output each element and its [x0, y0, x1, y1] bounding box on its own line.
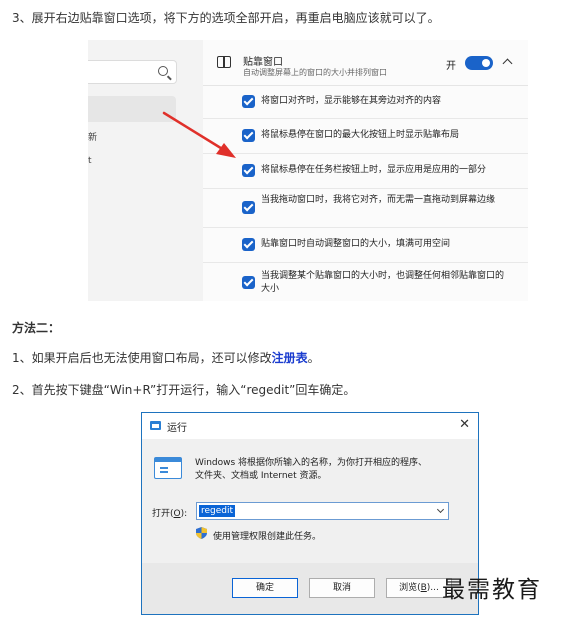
- uac-shield-icon: [196, 527, 207, 539]
- step1-text-pre: 1、如果开启后也无法使用窗口布局，还可以修改: [12, 351, 272, 365]
- step1-text-post: 。: [307, 351, 320, 365]
- run-program-icon: [154, 457, 182, 479]
- ok-button[interactable]: 确定: [232, 578, 298, 598]
- run-app-icon: [150, 421, 161, 430]
- browse-label-pre: 浏览(: [399, 583, 421, 593]
- run-description-line1: Windows 将根据你所输入的名称，为你打开相应的程序、: [195, 458, 428, 468]
- cancel-button[interactable]: 取消: [309, 578, 375, 598]
- run-description-line2: 文件夹、文档或 Internet 资源。: [195, 471, 327, 481]
- run-dialog-title: 运行: [167, 423, 187, 434]
- step2-text: 2、首先按下键盘“Win+R”打开运行，输入“regedit”回车确定。: [12, 383, 356, 397]
- open-label-post: ):: [180, 509, 188, 519]
- step1-text: 1、如果开启后也无法使用窗口布局，还可以修改注册表。: [12, 350, 320, 366]
- open-label-accesskey: O: [173, 509, 181, 519]
- registry-link[interactable]: 注册表: [272, 351, 308, 365]
- settings-screenshot: 新 t 贴靠窗口 自动调整屏幕上的窗口的大小并排列窗口 开 将窗口对齐时，显示能…: [88, 40, 528, 301]
- run-description: Windows 将根据你所输入的名称，为你打开相应的程序、 文件夹、文档或 In…: [195, 457, 427, 483]
- run-command-value[interactable]: regedit: [199, 505, 236, 517]
- watermark: 最需教育: [442, 577, 542, 603]
- run-command-input[interactable]: regedit: [196, 502, 449, 520]
- close-icon[interactable]: ✕: [459, 417, 470, 432]
- chevron-down-icon[interactable]: [436, 505, 445, 514]
- method2-heading: 方法二：: [12, 321, 61, 335]
- open-label-pre: 打开(: [152, 509, 174, 519]
- admin-note: 使用管理权限创建此任务。: [213, 532, 322, 542]
- browse-label-post: )...: [426, 583, 439, 593]
- open-label: 打开(O):: [152, 506, 187, 519]
- run-dialog: 运行 ✕ Windows 将根据你所输入的名称，为你打开相应的程序、 文件夹、文…: [141, 412, 479, 615]
- run-dialog-titlebar[interactable]: 运行 ✕: [142, 413, 478, 439]
- red-arrow-annotation: [162, 111, 236, 158]
- step3-text: 3、展开右边贴靠窗口选项，将下方的选项全部开启，再重启电脑应该就可以了。: [12, 11, 440, 25]
